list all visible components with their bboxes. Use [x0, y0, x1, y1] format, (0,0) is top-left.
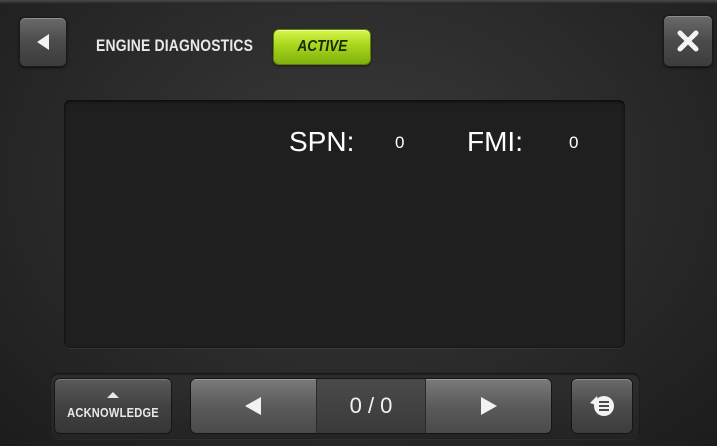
fault-pager: 0 / 0 [190, 378, 552, 434]
diagnostics-screen: ENGINE DIAGNOSTICS ACTIVE SPN: 0 FMI: 0 … [0, 0, 717, 446]
page-title: ENGINE DIAGNOSTICS [96, 36, 254, 55]
next-arrow-icon [480, 397, 497, 415]
caret-up-icon [107, 392, 119, 398]
status-badge: ACTIVE [273, 29, 371, 65]
reset-icon [590, 396, 614, 416]
spn-value: 0 [395, 133, 405, 152]
top-frame [0, 0, 717, 4]
fmi-value: 0 [569, 133, 579, 152]
close-button[interactable] [663, 15, 713, 67]
pager-count: 0 / 0 [315, 379, 427, 433]
acknowledge-label: ACKNOWLEDGE [67, 405, 159, 420]
back-arrow-icon [37, 34, 49, 50]
reset-button[interactable] [571, 378, 633, 434]
fmi-label: FMI: [467, 126, 523, 157]
close-icon [677, 30, 699, 52]
previous-arrow-icon [245, 397, 262, 415]
acknowledge-button[interactable]: ACKNOWLEDGE [54, 378, 172, 434]
previous-button[interactable] [191, 379, 316, 433]
back-button[interactable] [19, 17, 67, 67]
spn-label: SPN: [289, 126, 355, 157]
next-button[interactable] [426, 379, 551, 433]
status-badge-label: ACTIVE [297, 38, 347, 55]
fault-code-panel: SPN: 0 FMI: 0 [64, 100, 625, 348]
